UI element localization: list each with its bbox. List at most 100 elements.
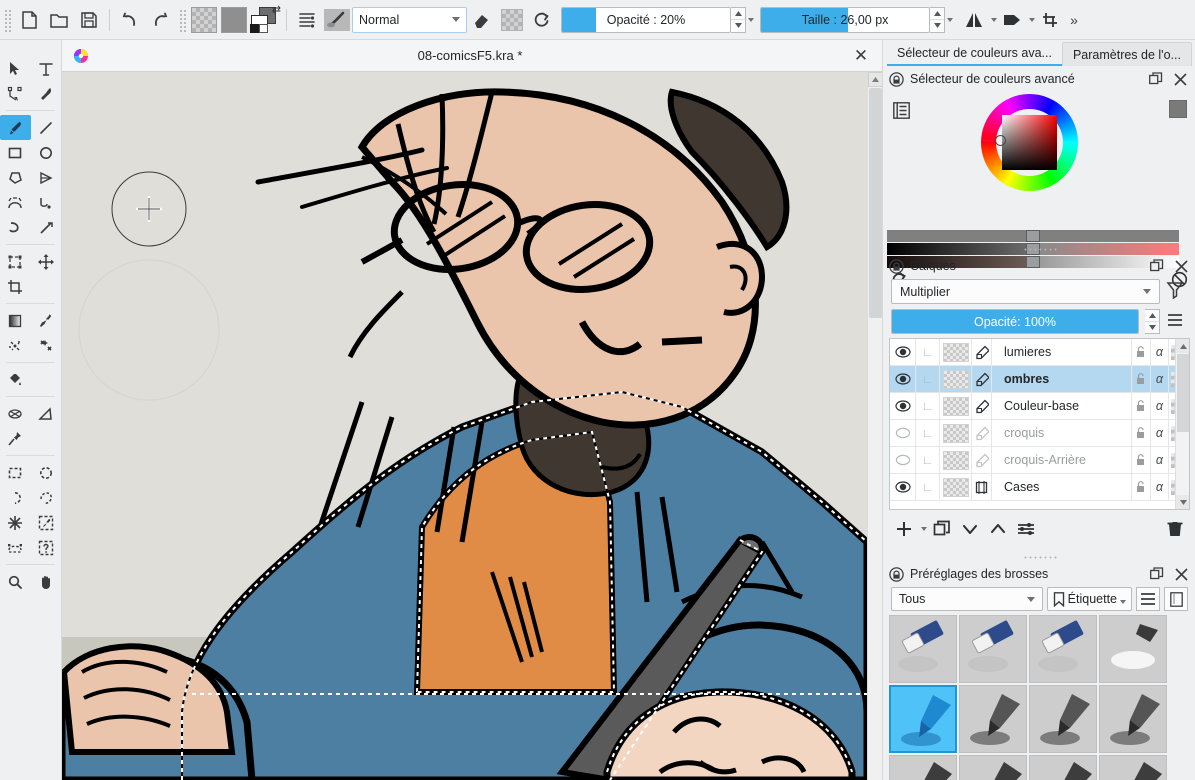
layer-lock-toggle[interactable] xyxy=(1132,420,1151,446)
layer-properties-button[interactable] xyxy=(1013,516,1039,542)
sidebar-item-bezier-curve-tool[interactable] xyxy=(0,190,31,215)
layer-scroll-up[interactable] xyxy=(1176,339,1189,353)
layer-alpha-inherit-toggle[interactable]: α xyxy=(1151,474,1169,500)
table-row[interactable]: ∟ Cases α xyxy=(890,474,1189,501)
sidebar-item-transform-tool[interactable] xyxy=(0,249,31,274)
layer-lock-toggle[interactable] xyxy=(1132,447,1151,473)
brush-preset-eraser-small[interactable] xyxy=(959,615,1027,683)
layer-thumbnail[interactable] xyxy=(940,447,972,473)
brush-preset-ink-dynamic[interactable] xyxy=(959,685,1027,753)
sidebar-item-magic-wand-selection-tool[interactable] xyxy=(0,510,31,535)
brush-preset-pencil-soft[interactable] xyxy=(1099,755,1167,780)
sidebar-item-smart-patch-tool[interactable] xyxy=(31,333,62,358)
layer-opacity-spinner[interactable] xyxy=(1145,309,1160,334)
reset-colors-icon[interactable] xyxy=(250,23,259,33)
canvas-vertical-scrollbar[interactable] xyxy=(867,72,883,780)
layer-alpha-inherit-toggle[interactable]: α xyxy=(1151,420,1169,446)
brush-preset-pen-medium[interactable] xyxy=(959,755,1027,780)
tab-tool-options[interactable]: Paramètres de l'o... xyxy=(1061,42,1192,66)
float-layers-docker-button[interactable] xyxy=(1148,257,1166,275)
layer-alpha-inherit-toggle[interactable]: α xyxy=(1151,339,1169,365)
sidebar-item-contiguous-selection-tool[interactable] xyxy=(31,535,62,560)
layer-thumbnail[interactable] xyxy=(940,393,972,419)
add-layer-button[interactable] xyxy=(891,516,917,542)
new-document-button[interactable] xyxy=(14,5,44,35)
scrollbar-thumb[interactable] xyxy=(869,88,882,318)
brush-preset-grid[interactable] xyxy=(889,615,1190,780)
reload-preset-button[interactable] xyxy=(527,5,557,35)
size-options-chevron-icon[interactable] xyxy=(947,17,953,22)
layer-thumbnail[interactable] xyxy=(940,420,972,446)
sidebar-item-color-picker-tool[interactable] xyxy=(31,308,62,333)
size-spin-down[interactable] xyxy=(930,20,944,32)
strip-notch-1[interactable] xyxy=(1026,230,1040,242)
close-brushes-docker-button[interactable] xyxy=(1172,565,1190,583)
layer-name[interactable]: Cases xyxy=(992,474,1132,500)
move-layer-up-button[interactable] xyxy=(985,516,1011,542)
sidebar-item-measure-tool[interactable] xyxy=(0,401,31,426)
brush-preset-tag-button[interactable]: Étiquette xyxy=(1046,587,1132,611)
layer-thumbnail[interactable] xyxy=(940,339,972,365)
layer-scrollbar-thumb[interactable] xyxy=(1177,354,1189,432)
brush-preset-ink-soft[interactable] xyxy=(1099,685,1167,753)
docker-splitter-handle-1[interactable] xyxy=(883,245,1195,253)
layer-visibility-toggle[interactable] xyxy=(890,420,916,446)
layer-list-scrollbar[interactable] xyxy=(1175,339,1189,509)
sidebar-item-zoom-tool[interactable] xyxy=(0,569,31,594)
table-row[interactable]: ∟ ombres α xyxy=(890,366,1189,393)
toolbar-grip-2[interactable] xyxy=(178,7,186,32)
layer-name[interactable]: ombres xyxy=(992,366,1132,392)
layer-visibility-toggle[interactable] xyxy=(890,339,916,365)
layer-scroll-down[interactable] xyxy=(1176,495,1189,509)
redo-button[interactable] xyxy=(145,5,175,35)
layer-menu-button[interactable] xyxy=(1166,311,1188,333)
docker-splitter-handle-2[interactable] xyxy=(883,553,1195,561)
brush-preset-list-view-button[interactable] xyxy=(1136,587,1160,611)
layer-opacity-spin-up[interactable] xyxy=(1145,310,1159,322)
sidebar-item-rectangle-tool[interactable] xyxy=(0,140,31,165)
foreground-background-color-widget[interactable]: ⇄ xyxy=(249,4,281,35)
layer-name[interactable]: croquis xyxy=(992,420,1132,446)
layer-name[interactable]: croquis-Arrière xyxy=(992,447,1132,473)
reset-colors-icon-2[interactable] xyxy=(259,23,268,33)
scroll-up-button[interactable] xyxy=(868,72,883,87)
open-document-button[interactable] xyxy=(44,5,74,35)
sidebar-item-polygon-tool[interactable] xyxy=(0,165,31,190)
close-docker-button[interactable] xyxy=(1171,70,1189,88)
float-docker-button[interactable] xyxy=(1147,70,1165,88)
sidebar-item-text-tool[interactable] xyxy=(31,56,62,81)
sidebar-item-calligraphy-tool[interactable] xyxy=(31,81,62,106)
sidebar-item-similar-color-selection-tool[interactable] xyxy=(31,510,62,535)
document-tab[interactable]: 08-comicsF5.kra * ✕ xyxy=(62,40,882,72)
layer-lock-toggle[interactable] xyxy=(1132,393,1151,419)
alpha-lock-button[interactable] xyxy=(497,5,527,35)
toolbar-overflow-button[interactable]: » xyxy=(1065,5,1083,35)
sidebar-item-assistant-tool[interactable] xyxy=(31,401,62,426)
sidebar-item-line-tool[interactable] xyxy=(31,115,62,140)
layer-visibility-toggle[interactable] xyxy=(890,474,916,500)
delete-layer-button[interactable] xyxy=(1162,516,1188,542)
mirror-vertical-button[interactable] xyxy=(997,5,1027,35)
opacity-options-chevron-icon[interactable] xyxy=(748,17,754,22)
brush-preset-airbrush-soft[interactable] xyxy=(1099,615,1167,683)
swap-colors-icon[interactable]: ⇄ xyxy=(272,4,281,16)
opacity-spinner[interactable] xyxy=(731,6,746,33)
sidebar-item-colorize-mask-tool[interactable] xyxy=(0,333,31,358)
wrap-around-button[interactable] xyxy=(1035,5,1065,35)
sidebar-item-elliptical-selection-tool[interactable] xyxy=(31,460,62,485)
brush-size-spinner[interactable] xyxy=(930,6,945,33)
toolbar-grip[interactable] xyxy=(3,7,11,32)
brush-preset-ink-gpen[interactable] xyxy=(1029,685,1097,753)
sidebar-item-multibrush-tool[interactable] xyxy=(31,215,62,240)
layer-visibility-toggle[interactable] xyxy=(890,366,916,392)
gradient-swatch-button[interactable] xyxy=(219,5,249,35)
sidebar-item-fill-tool[interactable] xyxy=(0,367,31,392)
float-brushes-docker-button[interactable] xyxy=(1148,565,1166,583)
layer-visibility-toggle[interactable] xyxy=(890,393,916,419)
sidebar-item-rectangular-selection-tool[interactable] xyxy=(0,460,31,485)
brush-preset-ink-brush-blue[interactable] xyxy=(889,685,957,753)
opacity-spin-down[interactable] xyxy=(731,20,745,32)
brush-preset-eraser-smudge[interactable] xyxy=(1029,615,1097,683)
lock-docker-icon-layers[interactable] xyxy=(889,258,904,274)
brush-preset-pen-hard[interactable] xyxy=(889,755,957,780)
